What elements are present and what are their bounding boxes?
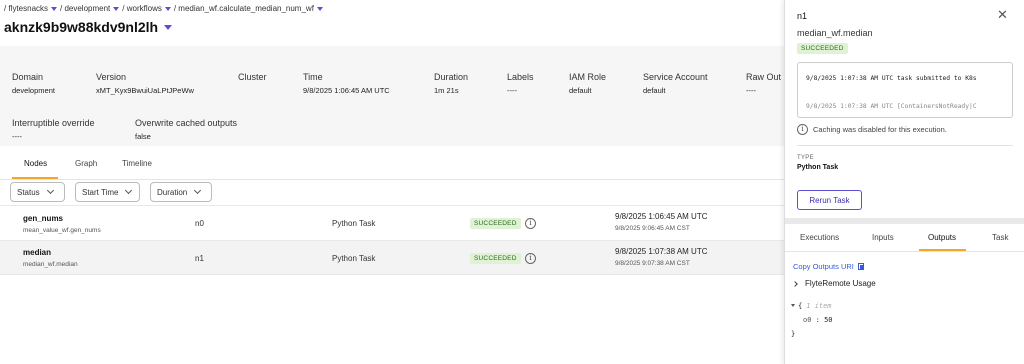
- meta-labels: Labels ----: [507, 72, 534, 95]
- execution-metadata: Domain development Version xMT_Kyx9BwuiU…: [0, 46, 784, 146]
- tab-outputs[interactable]: Outputs: [928, 233, 956, 242]
- node-time-cell: 9/8/2025 1:06:45 AM UTC 9/8/2025 9:06:45…: [615, 212, 708, 232]
- table-row[interactable]: gen_nums mean_value_wf.gen_nums n0 Pytho…: [0, 205, 784, 240]
- chevron-down-icon: [125, 186, 133, 195]
- table-row[interactable]: median median_wf.median n1 Python Task S…: [0, 240, 784, 275]
- status-filter[interactable]: Status: [10, 182, 65, 202]
- status-badge: SUCCEEDED: [797, 43, 848, 54]
- info-icon[interactable]: i: [525, 218, 536, 229]
- flyteremote-usage-toggle[interactable]: FlyteRemote Usage: [792, 279, 876, 288]
- type-value: Python Task: [797, 164, 839, 171]
- tab-nodes[interactable]: Nodes: [24, 159, 47, 168]
- outputs-json-viewer: {1 item o0 : 50 }: [791, 302, 833, 338]
- tab-graph[interactable]: Graph: [75, 159, 97, 168]
- cache-note: i Caching was disabled for this executio…: [797, 124, 947, 135]
- chevron-down-icon: [164, 6, 171, 11]
- tab-task[interactable]: Task: [992, 233, 1008, 242]
- tab-inputs[interactable]: Inputs: [872, 233, 894, 242]
- panel-subtitle: median_wf.median: [797, 28, 873, 38]
- start-time-filter[interactable]: Start Time: [75, 182, 140, 202]
- panel-title: n1: [797, 11, 808, 21]
- node-type-cell: Python Task: [332, 219, 376, 228]
- copy-icon: [857, 263, 864, 270]
- node-details-panel: n1 ✕ median_wf.median SUCCEEDED 9/8/2025…: [784, 0, 1024, 364]
- rerun-task-button[interactable]: Rerun Task: [797, 190, 862, 210]
- collapse-icon[interactable]: [791, 304, 795, 307]
- info-icon: i: [797, 124, 808, 135]
- node-id-cell: n0: [195, 219, 204, 228]
- meta-domain: Domain development: [12, 72, 55, 95]
- active-tab-indicator: [919, 249, 966, 251]
- meta-service-account: Service Account default: [643, 72, 708, 95]
- meta-interruptible: Interruptible override ----: [12, 118, 95, 141]
- node-time-cell: 9/8/2025 1:07:38 AM UTC 9/8/2025 9:07:38…: [615, 247, 708, 267]
- filter-bar: Status Start Time Duration: [10, 182, 212, 202]
- node-status-cell: SUCCEEDED: [470, 218, 521, 229]
- status-badge: SUCCEEDED: [470, 253, 521, 264]
- log-line: 9/8/2025 1:07:38 AM UTC [ContainersNotRe…: [806, 103, 977, 110]
- node-status-cell: SUCCEEDED: [470, 253, 521, 264]
- breadcrumb-workflow[interactable]: / median_wf.calculate_median_num_wf: [174, 4, 323, 13]
- chevron-right-icon: [792, 280, 798, 287]
- breadcrumb-section[interactable]: / workflows: [122, 4, 171, 13]
- tab-executions[interactable]: Executions: [800, 233, 839, 242]
- meta-cluster: Cluster: [238, 72, 267, 82]
- meta-raw-output: Raw Out ----: [746, 72, 782, 95]
- divider: [797, 145, 1013, 146]
- chevron-down-icon: [316, 6, 323, 11]
- execution-id-selector[interactable]: aknzk9b9w88kdv9nl2lh: [4, 19, 173, 35]
- log-line: 9/8/2025 1:07:38 AM UTC task submitted t…: [806, 75, 977, 82]
- duration-filter[interactable]: Duration: [150, 182, 212, 202]
- status-badge: SUCCEEDED: [470, 218, 521, 229]
- meta-iam-role: IAM Role default: [569, 72, 607, 95]
- meta-duration: Duration 1m 21s: [434, 72, 469, 95]
- node-id-cell: n1: [195, 254, 204, 263]
- active-tab-indicator: [12, 177, 58, 179]
- chevron-down-icon: [194, 186, 202, 195]
- chevron-down-icon: [113, 6, 120, 11]
- node-type-cell: Python Task: [332, 254, 376, 263]
- tab-timeline[interactable]: Timeline: [122, 159, 152, 168]
- chevron-down-icon: [51, 6, 58, 11]
- execution-tabs: Nodes Graph Timeline: [0, 150, 784, 180]
- page-title: aknzk9b9w88kdv9nl2lh: [4, 19, 159, 35]
- execution-main: / flytesnacks / development / workflows …: [0, 0, 784, 364]
- close-icon[interactable]: ✕: [997, 8, 1008, 21]
- breadcrumb: / flytesnacks / development / workflows …: [4, 4, 323, 13]
- meta-overwrite-cache: Overwrite cached outputs false: [135, 118, 238, 141]
- meta-time: Time 9/8/2025 1:06:45 AM UTC: [303, 72, 390, 95]
- panel-tabs: Executions Inputs Outputs Task: [785, 224, 1024, 252]
- log-box[interactable]: 9/8/2025 1:07:38 AM UTC task submitted t…: [797, 62, 1013, 118]
- node-name-cell: gen_nums mean_value_wf.gen_nums: [23, 214, 101, 234]
- copy-outputs-uri-link[interactable]: Copy Outputs URI: [793, 262, 864, 271]
- node-name-cell: median median_wf.median: [23, 248, 78, 268]
- breadcrumb-domain[interactable]: / development: [60, 4, 120, 13]
- meta-version: Version xMT_Kyx9BwuiUaLPtJPeWw: [96, 72, 194, 95]
- info-icon[interactable]: i: [525, 253, 536, 264]
- chevron-down-icon: [46, 186, 54, 195]
- breadcrumb-project[interactable]: / flytesnacks: [4, 4, 58, 13]
- type-label: TYPE: [797, 155, 814, 161]
- chevron-down-icon: [164, 24, 173, 30]
